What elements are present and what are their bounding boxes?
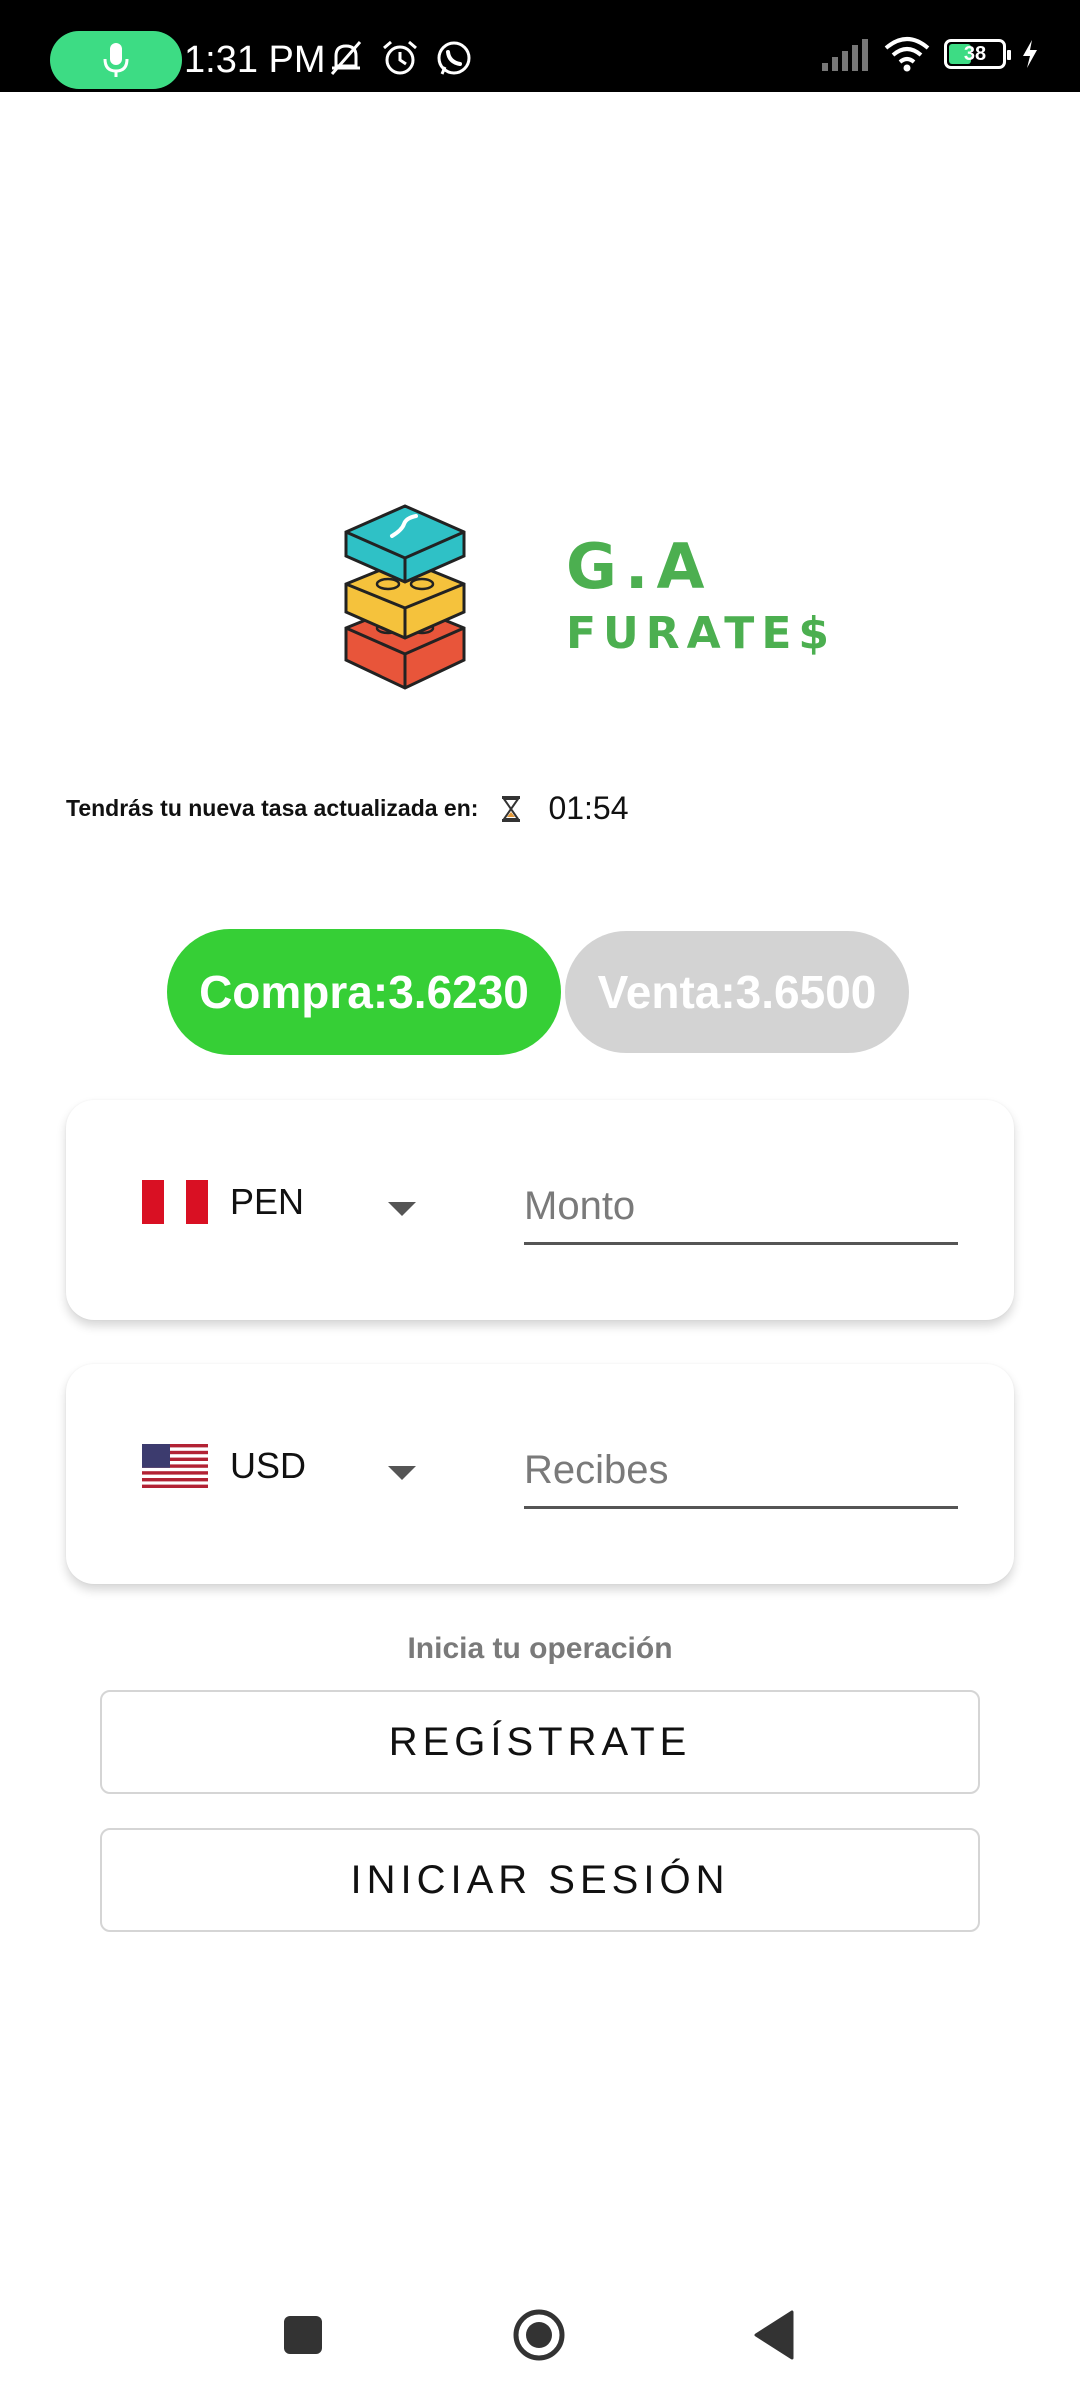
rate-timer: Tendrás tu nueva tasa actualizada en: 01…	[66, 790, 629, 827]
brand-title: G.A	[566, 530, 713, 603]
timer-label: Tendrás tu nueva tasa actualizada en:	[66, 795, 479, 821]
recents-button[interactable]	[284, 2316, 322, 2354]
send-currency-code: PEN	[230, 1181, 305, 1222]
timer-value: 01:54	[548, 790, 629, 826]
battery-icon: 38	[944, 39, 1011, 69]
receive-amount-input[interactable]	[524, 1434, 958, 1509]
stacked-blocks-icon	[344, 504, 466, 690]
mic-indicator[interactable]	[50, 31, 182, 89]
status-bar: 1:31 PM 38	[0, 0, 1080, 92]
send-currency-card: PEN	[66, 1100, 1014, 1320]
register-button[interactable]: REGÍSTRATE	[100, 1690, 980, 1794]
charging-icon	[1023, 40, 1037, 68]
buy-rate-button[interactable]: Compra:3.6230	[167, 929, 561, 1055]
mic-icon	[103, 43, 129, 77]
receive-currency-card: USD	[66, 1364, 1014, 1584]
signal-icon	[822, 39, 868, 71]
back-button[interactable]	[752, 2308, 796, 2362]
peru-flag-icon	[142, 1180, 208, 1224]
status-time: 1:31 PM	[184, 39, 326, 81]
battery-level: 38	[963, 42, 987, 65]
start-operation-label: Inicia tu operación	[407, 1632, 673, 1665]
wifi-icon	[884, 37, 930, 72]
receive-currency-code: USD	[230, 1445, 307, 1486]
whatsapp-icon	[437, 41, 471, 75]
send-currency-select[interactable]: PEN	[142, 1180, 304, 1224]
chevron-down-icon[interactable]	[388, 1466, 416, 1480]
usa-flag-icon	[142, 1444, 208, 1488]
brand-subtitle: FURATE$	[566, 608, 836, 659]
status-icons-left	[326, 38, 474, 78]
login-button[interactable]: INICIAR SESIÓN	[100, 1828, 980, 1932]
status-icons-right: 38	[820, 36, 1040, 72]
alarm-icon	[383, 40, 417, 75]
sell-rate-button[interactable]: Venta:3.6500	[565, 931, 909, 1053]
receive-currency-select[interactable]: USD	[142, 1444, 306, 1488]
system-nav-bar	[0, 2290, 1080, 2380]
hourglass-icon	[500, 794, 526, 824]
mute-icon	[330, 41, 362, 75]
home-button[interactable]	[512, 2308, 566, 2362]
amount-input[interactable]	[524, 1170, 958, 1245]
chevron-down-icon[interactable]	[388, 1202, 416, 1216]
